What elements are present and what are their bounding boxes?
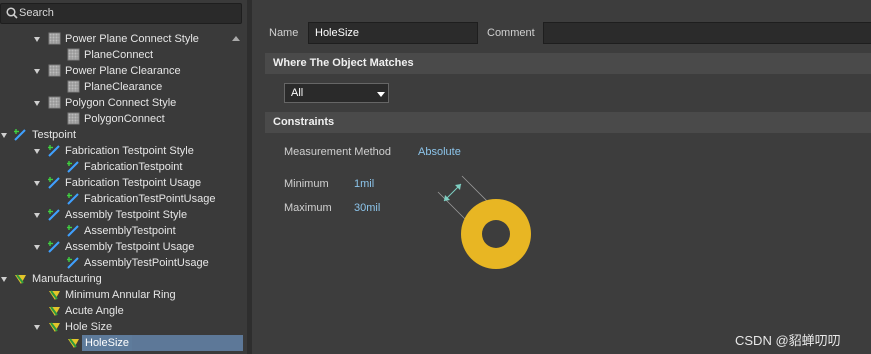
maximum-value[interactable]: 30mil [354, 202, 380, 214]
minimum-value[interactable]: 1mil [354, 178, 374, 190]
expand-arrow-icon[interactable] [34, 149, 40, 154]
tree-item[interactable]: PlaneConnect [16, 47, 242, 63]
comment-input[interactable] [543, 22, 871, 44]
tree-item[interactable]: PolygonConnect [16, 111, 242, 127]
testpoint-icon [67, 225, 79, 237]
testpoint-icon [48, 177, 60, 189]
tree-item[interactable]: Manufacturing [0, 271, 242, 287]
where-section-title: Where The Object Matches [273, 57, 414, 69]
hole-size-diagram [437, 175, 531, 269]
plane-rule-icon [48, 96, 61, 109]
tree-item-label: Assembly Testpoint Usage [65, 241, 195, 253]
expand-arrow-icon[interactable] [34, 213, 40, 218]
tree-item-label: PlaneClearance [84, 81, 163, 93]
tree-item-label: Acute Angle [65, 305, 124, 317]
tree-item[interactable]: Hole Size [15, 319, 242, 335]
tree-item-label: FabricationTestPointUsage [84, 193, 216, 205]
plane-rule-icon [67, 80, 80, 93]
manufacturing-icon [49, 322, 60, 332]
expand-arrow-icon[interactable] [1, 277, 7, 282]
tree-item-label: Fabrication Testpoint Style [65, 145, 194, 157]
testpoint-icon [48, 241, 60, 253]
testpoint-icon [67, 193, 79, 205]
expand-arrow-icon[interactable] [34, 245, 40, 250]
expand-arrow-icon[interactable] [34, 101, 40, 106]
plane-rule-icon [48, 32, 61, 45]
tree-item[interactable]: HoleSize [16, 335, 243, 351]
tree-item-label: PolygonConnect [84, 113, 165, 125]
tree-item[interactable]: AssemblyTestPointUsage [16, 255, 242, 271]
search-placeholder: Search [19, 7, 54, 19]
tree-item-label: Fabrication Testpoint Usage [65, 177, 202, 189]
tree-item-label: Assembly Testpoint Style [65, 209, 188, 221]
name-input[interactable]: HoleSize [308, 22, 478, 44]
testpoint-icon [67, 257, 79, 269]
manufacturing-icon [68, 338, 79, 348]
match-scope-value: All [291, 87, 304, 99]
manufacturing-icon [15, 274, 26, 284]
expand-arrow-icon[interactable] [34, 69, 40, 74]
search-icon [6, 7, 18, 19]
tree-item-label: Testpoint [32, 129, 77, 141]
tree-item-label: Power Plane Clearance [65, 65, 181, 77]
tree-item-label: Manufacturing [32, 273, 102, 285]
tree-item-label: AssemblyTestPointUsage [84, 257, 209, 269]
maximum-label: Maximum [284, 202, 332, 214]
manufacturing-icon [49, 306, 60, 316]
tree-item[interactable]: FabricationTestpoint [16, 159, 242, 175]
minimum-label: Minimum [284, 178, 329, 190]
tree-item[interactable]: FabricationTestPointUsage [16, 191, 242, 207]
expand-arrow-icon[interactable] [34, 325, 40, 330]
plane-rule-icon [67, 112, 80, 125]
comment-label: Comment [487, 27, 535, 39]
tree-item[interactable]: Fabrication Testpoint Style [15, 143, 242, 159]
tree-item[interactable]: Acute Angle [15, 303, 242, 319]
plane-rule-icon [67, 48, 80, 61]
tree-item-label: Minimum Annular Ring [65, 289, 176, 301]
rules-tree-panel: Search Power Plane Connect Style PlaneCon… [0, 0, 247, 354]
drill-hole [482, 220, 510, 248]
search-box[interactable]: Search [0, 3, 242, 24]
testpoint-icon [48, 145, 60, 157]
tree-item[interactable]: Polygon Connect Style [15, 95, 242, 111]
tree-item[interactable]: Assembly Testpoint Style [15, 207, 242, 223]
tree-item-label: FabricationTestpoint [84, 161, 183, 173]
tree-item-label: PlaneConnect [84, 49, 154, 61]
measurement-method-value[interactable]: Absolute [418, 146, 461, 158]
plane-rule-icon [48, 64, 61, 77]
tree-item[interactable]: Assembly Testpoint Usage [15, 239, 242, 255]
tree-item-label: Power Plane Connect Style [65, 33, 199, 45]
chevron-down-icon [377, 92, 385, 97]
manufacturing-icon [49, 290, 60, 300]
tree-item-label: Hole Size [65, 321, 113, 333]
tree-item-label: Polygon Connect Style [65, 97, 177, 109]
name-label: Name [269, 27, 299, 39]
testpoint-icon [48, 209, 60, 221]
rule-editor: Name HoleSize Comment Where The Object M… [252, 0, 871, 354]
constraints-section-header: Constraints [265, 112, 871, 133]
tree-item-label: AssemblyTestpoint [84, 225, 176, 237]
watermark: CSDN @貂蝉叨叨 [735, 333, 841, 348]
testpoint-icon [67, 161, 79, 173]
tree-item[interactable]: Fabrication Testpoint Usage [15, 175, 242, 191]
expand-arrow-icon[interactable] [34, 37, 40, 42]
tree-item-label: HoleSize [82, 335, 133, 351]
testpoint-icon [14, 129, 26, 141]
where-section-header: Where The Object Matches [265, 53, 871, 74]
measurement-method-label: Measurement Method [284, 146, 391, 158]
tree-item[interactable]: Power Plane Clearance [15, 63, 242, 79]
expand-arrow-icon[interactable] [1, 133, 7, 138]
tree-item[interactable]: AssemblyTestpoint [16, 223, 242, 239]
match-scope-dropdown[interactable]: All [284, 83, 389, 103]
expand-arrow-icon[interactable] [34, 181, 40, 186]
tree-item[interactable]: Minimum Annular Ring [15, 287, 242, 303]
rules-tree: Power Plane Connect Style PlaneConnect Pow… [0, 31, 243, 354]
tree-item[interactable]: Testpoint [0, 127, 242, 143]
tree-item[interactable]: PlaneClearance [16, 79, 242, 95]
constraints-section-title: Constraints [273, 116, 335, 128]
tree-item[interactable]: Power Plane Connect Style [15, 31, 242, 47]
